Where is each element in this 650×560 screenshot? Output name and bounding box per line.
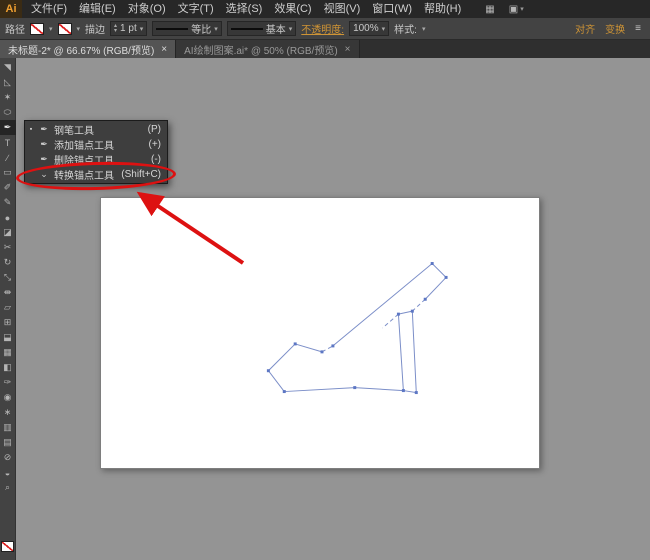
document-tab-bar: 未标题-2* @ 66.67% (RGB/预览) × AI绘制图案.ai* @ … [0,40,650,58]
menu-select[interactable]: 选择(S) [220,0,269,18]
direct-selection-tool[interactable]: ◺ [0,75,16,90]
tab-untitled-2[interactable]: 未标题-2* @ 66.67% (RGB/预览) × [0,40,177,58]
chevron-down-icon: ▾ [520,6,524,13]
menu-view[interactable]: 视图(V) [318,0,367,18]
close-icon[interactable]: × [345,44,351,55]
blob-brush-tool[interactable]: ● [0,210,16,225]
fill-stroke-color-control[interactable] [1,541,14,552]
scissors-tool[interactable]: ✂ [0,240,16,255]
tab-label: 未标题-2* @ 66.67% (RGB/预览) [8,45,155,57]
menu-window[interactable]: 窗口(W) [366,0,418,18]
profile-line-icon [156,27,189,30]
app-logo: Ai [0,0,22,18]
menubar-right-icons: ▦ ▣ ▾ [485,4,523,15]
magic-wand-tool[interactable]: ✶ [0,90,16,105]
chevron-down-icon: ▾ [381,25,386,33]
style-dropdown-arrow[interactable]: ▾ [422,25,426,33]
opacity-value-dropdown[interactable]: 100% ▾ [349,21,390,36]
width-tool[interactable]: ⇼ [0,285,16,300]
workspace-grid-icon[interactable]: ▦ [485,4,494,15]
menu-bar: Ai 文件(F) 编辑(E) 对象(O) 文字(T) 选择(S) 效果(C) 视… [0,0,650,18]
high-heel-shoe-path-drawing [266,262,448,395]
shape-builder-tool[interactable]: ⊞ [0,315,16,330]
mesh-tool[interactable]: ▦ [0,345,16,360]
width-profile-dropdown[interactable]: 等比 ▾ [152,21,222,36]
selection-tool[interactable]: ◥ [0,60,16,75]
hand-tool[interactable]: ◒ [0,465,16,480]
pen-minus-icon: ✒ [40,154,48,164]
menu-effect[interactable]: 效果(C) [268,0,317,18]
pencil-tool[interactable]: ✎ [0,195,16,210]
chevron-down-icon: ▾ [139,25,144,33]
rectangle-tool[interactable]: ▭ [0,165,16,180]
selected-tool-marker: ▪ [29,126,33,133]
pen-icon: ✒ [40,124,48,134]
menu-edit[interactable]: 编辑(E) [73,0,122,18]
transform-panel-link[interactable]: 变换 [605,21,625,36]
brush-label: 基本 [265,25,286,36]
chevron-down-icon: ▾ [214,25,218,33]
symbol-sprayer-tool[interactable]: ∗ [0,405,16,420]
illustrator-window: Ai 文件(F) 编辑(E) 对象(O) 文字(T) 选择(S) 效果(C) 视… [0,0,650,560]
stroke-dropdown-arrow[interactable]: ▾ [77,25,81,33]
perspective-grid-tool[interactable]: ⬓ [0,330,16,345]
brush-definition-dropdown[interactable]: 基本 ▾ [226,21,297,36]
flyout-item-convert-anchor-tool[interactable]: ⌄ 转换锚点工具 (Shift+C) [25,167,167,182]
flyout-item-pen-tool[interactable]: ▪ ✒ 钢笔工具 (P) [25,122,167,137]
stroke-swatch[interactable] [57,22,72,35]
artboard[interactable] [100,197,540,469]
pen-tool[interactable]: ✒ [0,120,16,135]
zoom-tool[interactable]: ⌕ [0,480,16,495]
arrange-documents-icon[interactable]: ▣ ▾ [509,4,524,15]
slice-tool[interactable]: ⊘ [0,450,16,465]
opacity-value: 100% [353,23,379,34]
align-panel-link[interactable]: 对齐 [575,21,595,36]
fill-swatch[interactable] [30,22,44,35]
menu-object[interactable]: 对象(O) [122,0,172,18]
free-transform-tool[interactable]: ▱ [0,300,16,315]
menu-help[interactable]: 帮助(H) [418,0,467,18]
control-bar: 路径 ▾ ▾ 描边 ▴ ▾ 1 pt ▾ 等比 ▾ 基本 ▾ 不透明度: 100%… [0,18,650,40]
style-label[interactable]: 样式: [394,21,417,36]
stroke-weight-field[interactable]: ▴ ▾ 1 pt ▾ [110,21,148,36]
rotate-tool[interactable]: ↻ [0,255,16,270]
control-bar-right: 对齐 变换 ≡ [575,21,645,36]
paintbrush-tool[interactable]: ✐ [0,180,16,195]
brush-line-icon [230,27,263,30]
menu-file[interactable]: 文件(F) [25,0,73,18]
blend-tool[interactable]: ◉ [0,390,16,405]
gradient-tool[interactable]: ◧ [0,360,16,375]
profile-label: 等比 [191,25,212,36]
stroke-panel-link[interactable]: 描边 [85,21,105,36]
close-icon[interactable]: × [161,44,167,55]
line-segment-tool[interactable]: ∕ [0,150,16,165]
tab-ai-drawing[interactable]: AI绘制图案.ai* @ 50% (RGB/预览) × [176,40,360,58]
tools-panel: ◥ ◺ ✶ ⬭ ✒ T ∕ ▭ ✐ ✎ ● ◪ ✂ ↻ ⤡ ⇼ ▱ ⊞ ⬓ ▦ ◧ ✑ ◉ ∗ ▥ ▤ ⊘ ◒ ⌕ [0,58,16,560]
chevron-down-icon: ▾ [288,25,293,33]
opacity-panel-link[interactable]: 不透明度: [301,21,344,36]
type-tool[interactable]: T [0,135,16,150]
eyedropper-tool[interactable]: ✑ [0,375,16,390]
flyout-item-add-anchor-tool[interactable]: ✒ 添加锚点工具 (+) [25,137,167,152]
pen-plus-icon: ✒ [40,139,48,149]
convert-anchor-icon: ⌄ [40,169,48,179]
fill-dropdown-arrow[interactable]: ▾ [49,25,53,33]
panel-menu-icon[interactable]: ≡ [635,23,641,34]
stroke-weight-value[interactable]: 1 pt [120,23,137,34]
menu-type[interactable]: 文字(T) [172,0,220,18]
selection-type-label: 路径 [5,25,25,36]
flyout-item-delete-anchor-tool[interactable]: ✒ 删除锚点工具 (-) [25,152,167,167]
scale-tool[interactable]: ⤡ [0,270,16,285]
tab-label: AI绘制图案.ai* @ 50% (RGB/预览) [184,45,338,57]
artboard-tool[interactable]: ▤ [0,435,16,450]
lasso-tool[interactable]: ⬭ [0,105,16,120]
column-graph-tool[interactable]: ▥ [0,420,16,435]
pen-tool-flyout-menu: ▪ ✒ 钢笔工具 (P) ✒ 添加锚点工具 (+) ✒ 删除锚点工具 (-) ⌄… [24,120,168,184]
stroke-weight-stepper[interactable]: ▴ ▾ [114,23,117,34]
eraser-tool[interactable]: ◪ [0,225,16,240]
